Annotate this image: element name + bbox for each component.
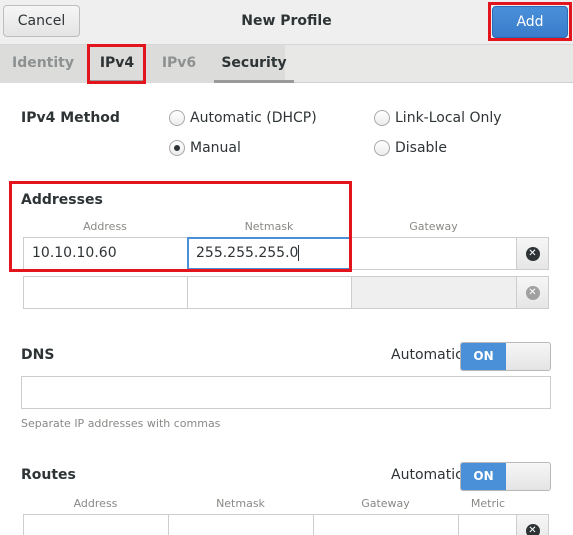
delete-route-row-button[interactable]: ✕ — [516, 514, 549, 535]
routes-switch-on-label: ON — [461, 463, 506, 490]
tab-security[interactable]: Security — [214, 45, 294, 83]
radio-link-local-only-indicator — [374, 110, 390, 126]
delete-address-row1-button[interactable]: ✕ — [516, 237, 549, 270]
ipv4-method-label: IPv4 Method — [21, 110, 120, 126]
column-header-gateway: Gateway — [409, 220, 458, 233]
routes-automatic-switch[interactable]: ON — [460, 462, 551, 491]
radio-automatic-dhcp[interactable]: Automatic (DHCP) — [169, 110, 317, 126]
radio-disable-label: Disable — [395, 140, 447, 156]
radio-automatic-dhcp-indicator — [169, 110, 185, 126]
tab-active-indicator — [90, 80, 144, 83]
routes-column-netmask: Netmask — [216, 497, 265, 510]
address-input-row2[interactable] — [23, 276, 188, 309]
dialog-title: New Profile — [241, 13, 332, 29]
dns-hint: Separate IP addresses with commas — [21, 417, 221, 430]
routes-column-gateway: Gateway — [361, 497, 410, 510]
gateway-input-row2 — [351, 276, 517, 309]
tab-ipv4-label: IPv4 — [99, 55, 135, 71]
tab-ipv4[interactable]: IPv4 — [90, 45, 144, 83]
route-address-input[interactable] — [23, 514, 169, 535]
column-header-address: Address — [83, 220, 127, 233]
dns-automatic-label: Automatic — [391, 347, 463, 363]
dns-input[interactable] — [21, 376, 551, 409]
dns-switch-on-label: ON — [461, 343, 506, 370]
radio-manual-indicator — [169, 140, 185, 156]
netmask-input-row2[interactable] — [187, 276, 352, 309]
dns-label: DNS — [21, 347, 55, 363]
tab-security-indicator — [214, 80, 294, 83]
radio-manual-label: Manual — [190, 140, 241, 156]
radio-automatic-dhcp-label: Automatic (DHCP) — [190, 110, 317, 126]
radio-link-local-only-label: Link-Local Only — [395, 110, 502, 126]
radio-disable-indicator — [374, 140, 390, 156]
routes-column-address: Address — [73, 497, 118, 510]
gateway-input-row1[interactable] — [351, 237, 517, 270]
route-gateway-input[interactable] — [313, 514, 459, 535]
tab-ipv6[interactable]: IPv6 — [152, 45, 206, 83]
addresses-label: Addresses — [21, 192, 103, 208]
text-cursor — [298, 245, 300, 261]
clear-icon: ✕ — [525, 523, 540, 535]
radio-disable[interactable]: Disable — [374, 140, 447, 156]
add-button[interactable]: Add — [492, 6, 568, 38]
dns-automatic-switch[interactable]: ON — [460, 342, 551, 371]
tab-bar: Identity IPv4 IPv6 Security — [0, 45, 573, 83]
header-bar: Cancel New Profile Add — [0, 0, 573, 45]
delete-address-row2-button[interactable]: ✕ — [516, 276, 549, 309]
clear-icon: ✕ — [525, 285, 540, 300]
tab-identity[interactable]: Identity — [8, 45, 78, 83]
routes-column-metric: Metric — [470, 497, 506, 510]
clear-icon: ✕ — [525, 246, 540, 261]
route-netmask-input[interactable] — [168, 514, 314, 535]
radio-manual[interactable]: Manual — [169, 140, 241, 156]
address-input-row1[interactable]: 10.10.10.60 — [23, 237, 188, 270]
netmask-input-row1-value: 255.255.255.0 — [196, 245, 299, 261]
radio-link-local-only[interactable]: Link-Local Only — [374, 110, 502, 126]
column-header-netmask: Netmask — [244, 220, 294, 233]
routes-automatic-label: Automatic — [391, 467, 463, 483]
routes-label: Routes — [21, 467, 76, 483]
netmask-input-row1[interactable]: 255.255.255.0 — [187, 237, 352, 270]
tab-security-label: Security — [221, 55, 287, 71]
route-metric-input[interactable] — [458, 514, 517, 535]
